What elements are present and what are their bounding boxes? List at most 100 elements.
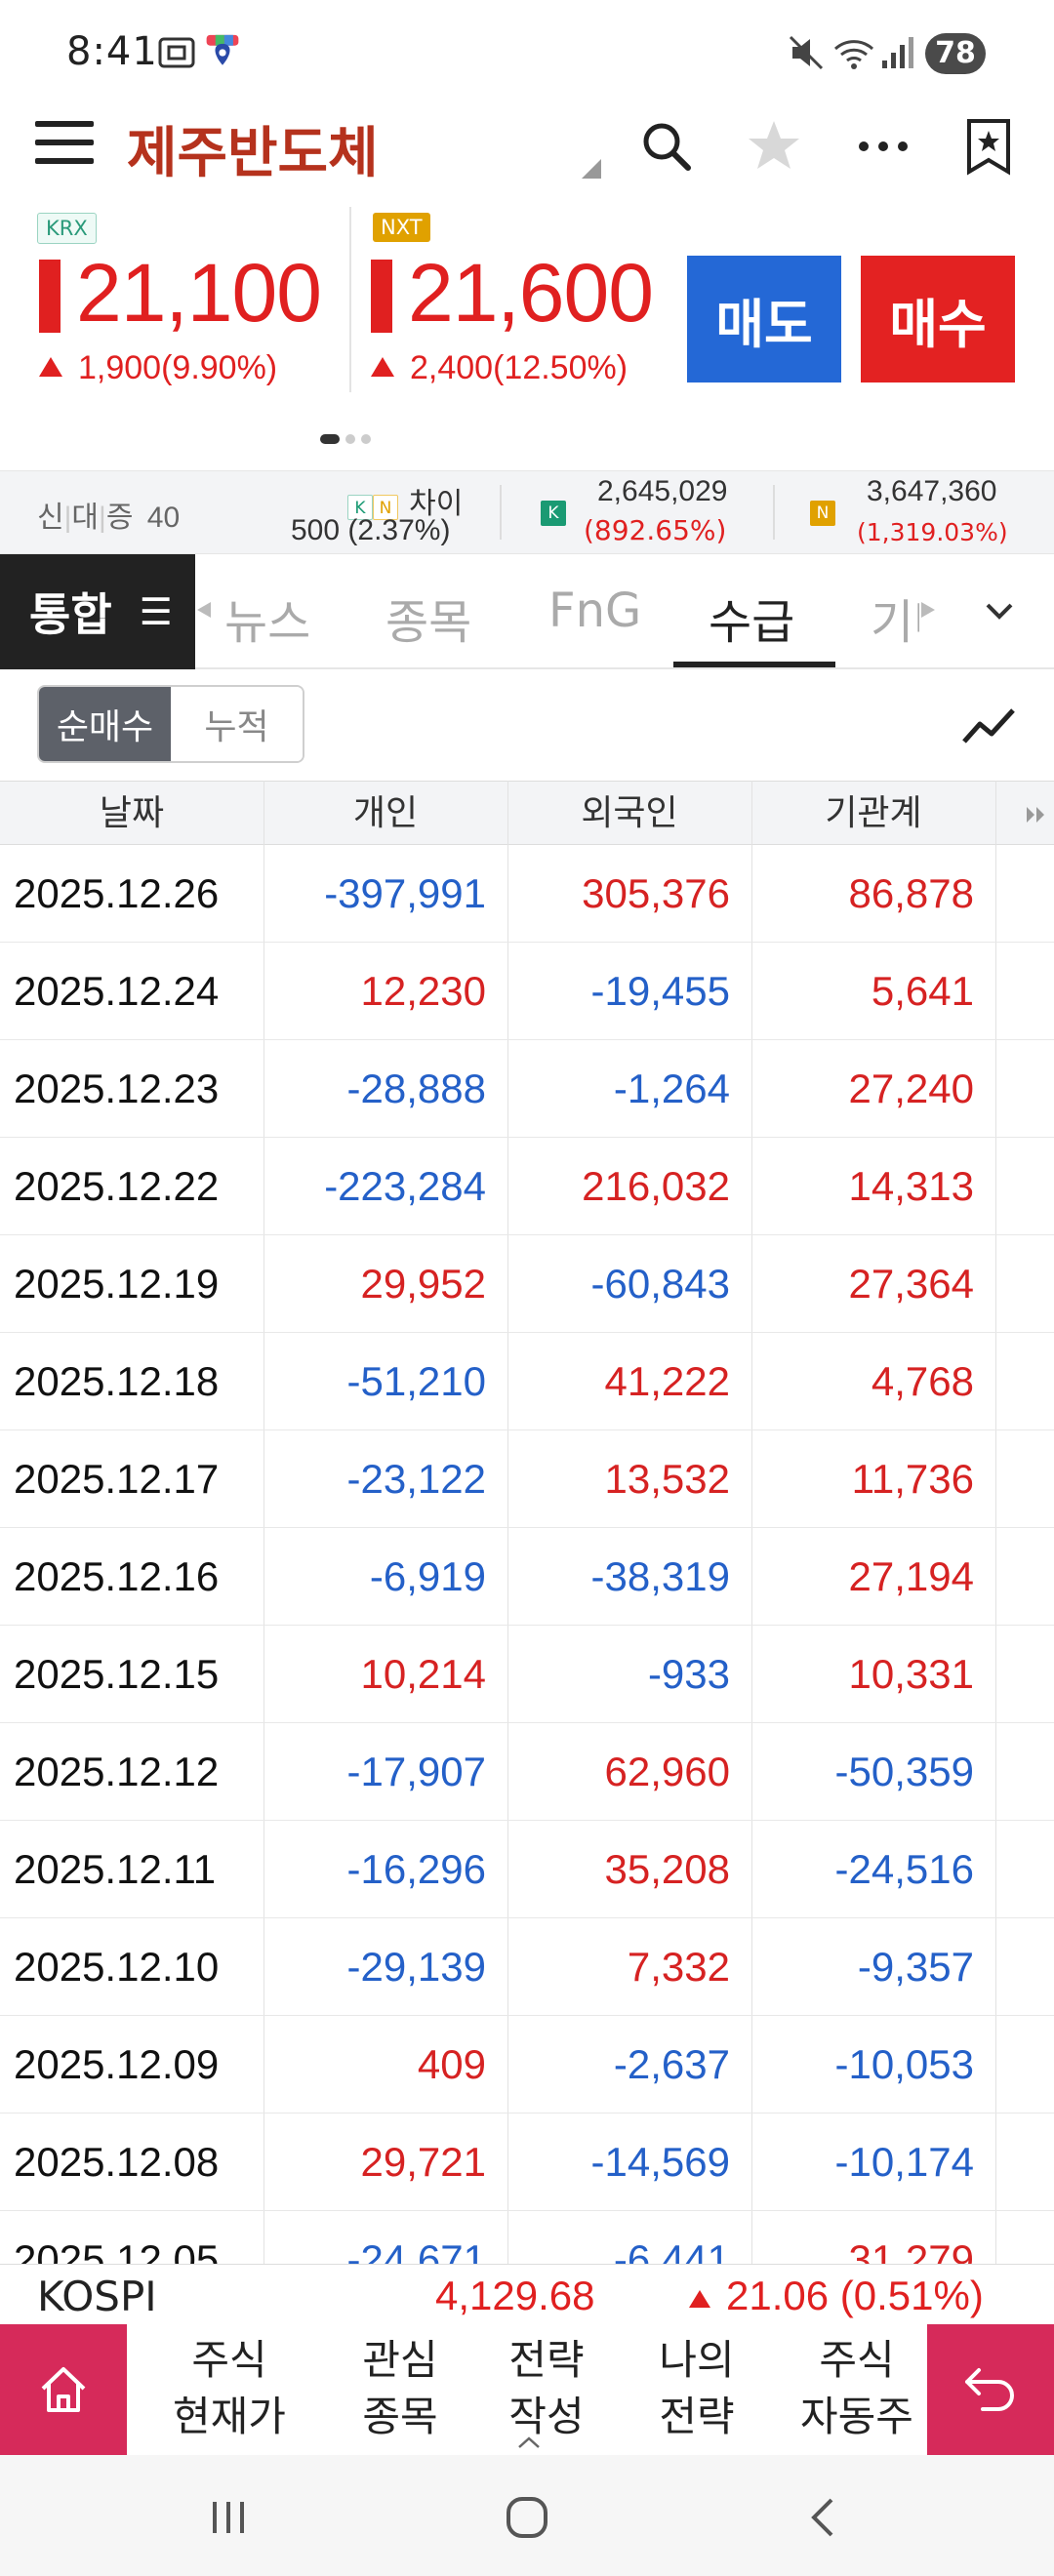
more-columns-icon[interactable]	[1025, 805, 1046, 825]
table-row[interactable]: 2025.12.19 29,952 -60,843 27,364	[0, 1235, 1054, 1333]
stock-title[interactable]: 제주반도체	[127, 109, 379, 188]
header-individual[interactable]: 개인	[264, 782, 507, 846]
cumulative-option[interactable]: 누적	[171, 687, 303, 761]
net-cumulative-toggle: 순매수 누적	[37, 685, 304, 763]
search-icon[interactable]	[632, 112, 701, 181]
k-volume-pct: (892.65%)	[584, 514, 727, 546]
net-buy-option[interactable]: 순매수	[39, 687, 171, 761]
header-institution[interactable]: 기관계	[751, 782, 995, 846]
value-cell: -397,991	[324, 870, 486, 916]
integrated-menu-button[interactable]: 통합 ☰	[0, 554, 195, 669]
value-cell: 35,208	[604, 1846, 730, 1892]
table-row[interactable]: 2025.12.16 -6,919 -38,319 27,194	[0, 1528, 1054, 1626]
value-cell: 5,641	[871, 968, 974, 1014]
tab-news[interactable]: 뉴스	[224, 584, 310, 652]
nav-label: 전략	[508, 2336, 585, 2384]
value-cell: 305,376	[582, 870, 730, 916]
tab-row: 통합 ☰ 뉴스 종목 FnG 수급 기타	[0, 554, 1054, 669]
tab-others[interactable]: 기타	[871, 584, 919, 652]
value-cell: 41,222	[604, 1358, 730, 1404]
nav-label: 나의	[659, 2336, 735, 2384]
table-row[interactable]: 2025.12.23 -28,888 -1,264 27,240	[0, 1040, 1054, 1138]
nav-stock-price[interactable]: 주식 현재가	[156, 2332, 303, 2445]
value-cell: -6,441	[613, 2236, 730, 2264]
table-row[interactable]: 2025.12.24 12,230 -19,455 5,641	[0, 943, 1054, 1040]
divider	[773, 485, 775, 540]
buy-button[interactable]: 매수	[861, 256, 1015, 382]
value-cell: -10,174	[834, 2139, 974, 2185]
krx-price: 21,100	[76, 247, 322, 339]
sell-button[interactable]: 매도	[687, 256, 841, 382]
value-cell: 29,721	[360, 2139, 486, 2185]
nxt-price: 21,600	[408, 247, 654, 339]
integrated-label: 통합	[29, 588, 112, 641]
table-row[interactable]: 2025.12.15 10,214 -933 10,331	[0, 1626, 1054, 1723]
nav-label: 종목	[362, 2393, 438, 2440]
menu-icon[interactable]	[35, 121, 94, 170]
table-row[interactable]: 2025.12.08 29,721 -14,569 -10,174	[0, 2113, 1054, 2211]
nav-create-strategy[interactable]: 전략작성	[478, 2332, 615, 2445]
value-cell: -50,359	[834, 1749, 974, 1794]
signal-icon	[882, 37, 913, 68]
active-tab-indicator	[673, 662, 835, 667]
status-bar: 8:41 78	[0, 0, 1054, 107]
more-options-icon[interactable]	[849, 112, 917, 181]
value-cell: 29,952	[360, 1261, 486, 1307]
nav-label: 작성	[508, 2393, 585, 2440]
screenshot-icon	[158, 37, 195, 68]
scroll-right-icon[interactable]	[917, 599, 939, 621]
header-foreign[interactable]: 외국인	[507, 782, 751, 846]
date-cell: 2025.12.24	[14, 968, 220, 1014]
home-button[interactable]	[0, 2324, 127, 2455]
nxt-change: 2,400(12.50%)	[371, 349, 628, 387]
table-row[interactable]: 2025.12.17 -23,122 13,532 11,736	[0, 1430, 1054, 1528]
kospi-change-value: 21.06 (0.51%)	[726, 2273, 984, 2318]
table-row[interactable]: 2025.12.11 -16,296 35,208 -24,516	[0, 1821, 1054, 1918]
date-cell: 2025.12.11	[14, 1846, 217, 1892]
nxt-change-value: 2,400(12.50%)	[410, 349, 628, 386]
nav-my-strategy[interactable]: 나의 전략	[628, 2332, 765, 2445]
value-cell: 14,313	[848, 1163, 974, 1209]
table-row[interactable]: 2025.12.12 -17,907 62,960 -50,359	[0, 1723, 1054, 1821]
chevron-down-icon[interactable]	[982, 593, 1017, 628]
value-cell: -24,516	[834, 1846, 974, 1892]
tab-supply-demand[interactable]: 수급	[709, 584, 794, 652]
table-row[interactable]: 2025.12.05 -24,671 -6,441 31,279	[0, 2211, 1054, 2264]
k-volume-tag: K	[541, 501, 566, 526]
header-date[interactable]: 날짜	[0, 782, 264, 846]
table-row[interactable]: 2025.12.26 -397,991 305,376 86,878	[0, 845, 1054, 943]
kospi-change: 21.06 (0.51%)	[689, 2273, 984, 2319]
value-cell: -51,210	[346, 1358, 486, 1404]
price-divider	[349, 207, 351, 392]
value-cell: 4,768	[871, 1358, 974, 1404]
date-cell: 2025.12.16	[14, 1553, 220, 1599]
pager-dot	[361, 434, 371, 444]
value-cell: -10,053	[834, 2041, 974, 2087]
tab-fng[interactable]: FnG	[548, 584, 641, 638]
kospi-ticker[interactable]: KOSPI 4,129.68 21.06 (0.51%)	[0, 2264, 1054, 2324]
bookmark-star-icon[interactable]	[954, 112, 1023, 181]
nxt-price-bar	[371, 260, 392, 333]
recent-apps-icon[interactable]	[207, 2498, 250, 2537]
tab-stock[interactable]: 종목	[385, 584, 471, 652]
table-row[interactable]: 2025.12.09 409 -2,637 -10,053	[0, 2016, 1054, 2113]
nav-auto-stock[interactable]: 주식 자동주	[787, 2332, 927, 2445]
stock-selector-indicator[interactable]	[582, 159, 601, 179]
table-row[interactable]: 2025.12.18 -51,210 41,222 4,768	[0, 1333, 1054, 1430]
nav-watchlist[interactable]: 관심 종목	[332, 2332, 468, 2445]
table-row[interactable]: 2025.12.22 -223,284 216,032 14,313	[0, 1138, 1054, 1235]
scroll-left-icon[interactable]	[193, 599, 215, 621]
clock: 8:41	[66, 29, 158, 74]
value-cell: -38,319	[590, 1553, 730, 1599]
favorite-star-icon[interactable]	[740, 112, 808, 181]
pager-dots	[320, 429, 377, 448]
system-nav-bar	[0, 2455, 1054, 2576]
return-button[interactable]	[927, 2324, 1054, 2455]
back-icon[interactable]	[802, 2496, 841, 2539]
value-cell: 27,194	[848, 1553, 974, 1599]
table-row[interactable]: 2025.12.10 -29,139 7,332 -9,357	[0, 1918, 1054, 2016]
date-cell: 2025.12.05	[14, 2236, 220, 2264]
chart-view-icon[interactable]	[960, 703, 1017, 747]
caret-up-icon[interactable]	[517, 2435, 541, 2449]
home-circle-icon[interactable]	[504, 2494, 550, 2541]
